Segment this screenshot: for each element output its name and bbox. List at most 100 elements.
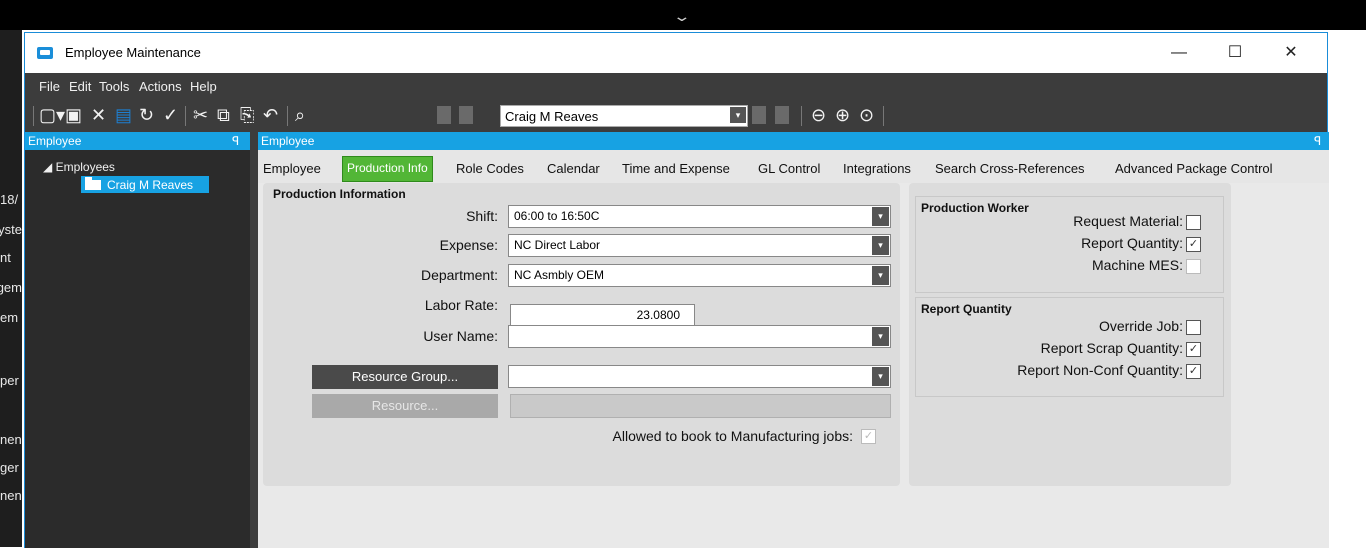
group-title: Production Information [273, 187, 406, 201]
resource-input [510, 394, 891, 418]
chevron-down-icon[interactable]: ▾ [730, 107, 746, 123]
home-icon[interactable]: ⊙ [859, 105, 874, 125]
background-text: yste [0, 222, 22, 237]
tree-panel-header: Employee ꟼ [25, 132, 250, 150]
group-title: Report Quantity [921, 302, 1012, 316]
background-text: /18 [0, 192, 19, 207]
tree-node-employee[interactable]: Craig M Reaves [81, 176, 209, 193]
chevron-down-icon[interactable]: ▾ [872, 327, 889, 346]
undo-icon[interactable]: ↶ [263, 105, 278, 125]
menu-actions[interactable]: Actions [139, 79, 182, 94]
last-record-icon[interactable] [775, 106, 789, 124]
tree-node-label: Craig M Reaves [107, 178, 194, 192]
tab-bar: Employee Production Info Role Codes Cale… [258, 150, 1329, 183]
labor-rate-input[interactable]: 23.0800 [510, 304, 695, 326]
production-worker-group: Production Worker Request Material: Repo… [915, 196, 1224, 293]
first-record-icon[interactable] [437, 106, 451, 124]
tab-production-info[interactable]: Production Info [342, 156, 433, 182]
toolbar-separator [185, 106, 186, 126]
allowed-mfg-jobs-checkbox: ✓ [861, 429, 876, 444]
refresh-icon[interactable]: ↻ [139, 105, 154, 125]
tab-search-cross-references[interactable]: Search Cross-References [935, 161, 1085, 176]
tree-panel: Employee ꟼ ◢ Employees Craig M Reaves [25, 132, 250, 548]
resource-button[interactable]: Resource... [312, 394, 498, 418]
expense-select[interactable]: NC Direct Labor ▾ [508, 234, 891, 257]
expense-value: NC Direct Labor [514, 238, 601, 252]
override-job-checkbox[interactable] [1186, 320, 1201, 335]
production-information-group: Production Information Shift: 06:00 to 1… [263, 183, 900, 486]
labor-rate-label: Labor Rate: [424, 297, 498, 313]
save-icon[interactable]: ▣ [65, 105, 82, 125]
back-icon[interactable]: ⊖ [811, 105, 826, 125]
user-name-select[interactable]: ▾ [508, 325, 891, 348]
copy-icon[interactable]: ⧉ [217, 105, 230, 125]
maximize-button[interactable]: ☐ [1215, 41, 1255, 65]
toolbar: ▢▾ ▣ ✕ ▤ ↻ ✓ ✂ ⧉ ⎘ ↶ ⌕ Craig M Reaves ▾ … [25, 98, 1327, 132]
detail-panel-title: Employee [261, 134, 315, 148]
chevron-down-icon[interactable]: ▾ [872, 266, 889, 285]
menu-tools[interactable]: Tools [99, 79, 129, 94]
toolbar-separator [33, 106, 34, 126]
tab-time-and-expense[interactable]: Time and Expense [622, 161, 730, 176]
department-label: Department: [420, 267, 498, 283]
delete-icon[interactable]: ✕ [91, 105, 106, 125]
background-text: ger [0, 460, 19, 475]
title-bar: Employee Maintenance — ☐ ✕ [25, 33, 1327, 73]
resource-group-button[interactable]: Resource Group... [312, 365, 498, 389]
request-material-label: Request Material: [1073, 213, 1183, 229]
chevron-down-icon[interactable]: ▾ [872, 236, 889, 255]
close-button[interactable]: ✕ [1271, 41, 1311, 65]
report-nonconf-checkbox[interactable]: ✓ [1186, 364, 1201, 379]
chevron-down-icon[interactable]: ⌄ [672, 8, 691, 25]
pin-icon[interactable]: ꟼ [1314, 134, 1321, 148]
background-window-strip: /18 yste nt gem em per nen ger nen [0, 30, 22, 547]
paste-icon[interactable]: ⎘ [240, 105, 254, 125]
report-quantity-label: Report Quantity: [1081, 235, 1183, 251]
options-panel: Production Worker Request Material: Repo… [909, 183, 1231, 486]
chevron-down-icon[interactable]: ▾ [872, 207, 889, 226]
background-text: nen [0, 432, 22, 447]
report-scrap-checkbox[interactable]: ✓ [1186, 342, 1201, 357]
tab-role-codes[interactable]: Role Codes [456, 161, 524, 176]
resource-group-select[interactable]: ▾ [508, 365, 891, 388]
menu-file[interactable]: File [39, 79, 60, 94]
tab-integrations[interactable]: Integrations [843, 161, 911, 176]
tracker-icon[interactable]: ▤ [115, 105, 132, 125]
new-icon[interactable]: ▢▾ [39, 105, 65, 125]
detail-panel-header: Employee ꟼ [258, 132, 1329, 150]
window-title: Employee Maintenance [65, 45, 201, 60]
pin-icon[interactable]: ꟼ [232, 134, 239, 148]
department-value: NC Asmbly OEM [514, 268, 605, 282]
tab-calendar[interactable]: Calendar [547, 161, 600, 176]
chevron-down-icon[interactable]: ▾ [872, 367, 889, 386]
employee-selector[interactable]: Craig M Reaves ▾ [500, 105, 748, 127]
tab-gl-control[interactable]: GL Control [758, 161, 820, 176]
tree-root-employees[interactable]: ◢ Employees [43, 160, 115, 174]
allowed-mfg-jobs-label: Allowed to book to Manufacturing jobs: [612, 428, 853, 444]
user-name-label: User Name: [423, 328, 498, 344]
tab-employee[interactable]: Employee [263, 161, 321, 176]
shift-select[interactable]: 06:00 to 16:50C ▾ [508, 205, 891, 228]
search-icon[interactable]: ⌕ [295, 105, 305, 125]
request-material-checkbox[interactable] [1186, 215, 1201, 230]
forward-icon[interactable]: ⊕ [835, 105, 850, 125]
minimize-button[interactable]: — [1159, 41, 1199, 65]
report-scrap-label: Report Scrap Quantity: [1040, 340, 1183, 356]
app-icon [37, 47, 53, 59]
shift-label: Shift: [466, 208, 498, 224]
next-record-icon[interactable] [752, 106, 766, 124]
cut-icon[interactable]: ✂ [193, 105, 208, 125]
clear-icon[interactable]: ✓ [163, 105, 178, 125]
detail-panel: Employee ꟼ Employee Production Info Role… [256, 132, 1329, 548]
labor-rate-value: 23.0800 [636, 308, 680, 322]
department-select[interactable]: NC Asmbly OEM ▾ [508, 264, 891, 287]
tab-advanced-package-control[interactable]: Advanced Package Control [1115, 161, 1273, 176]
toolbar-separator [883, 106, 884, 126]
previous-record-icon[interactable] [459, 106, 473, 124]
menu-edit[interactable]: Edit [69, 79, 91, 94]
report-quantity-checkbox[interactable]: ✓ [1186, 237, 1201, 252]
expense-label: Expense: [439, 237, 498, 253]
folder-icon [85, 177, 101, 190]
menu-help[interactable]: Help [190, 79, 217, 94]
tab-content: Production Information Shift: 06:00 to 1… [258, 183, 1329, 548]
